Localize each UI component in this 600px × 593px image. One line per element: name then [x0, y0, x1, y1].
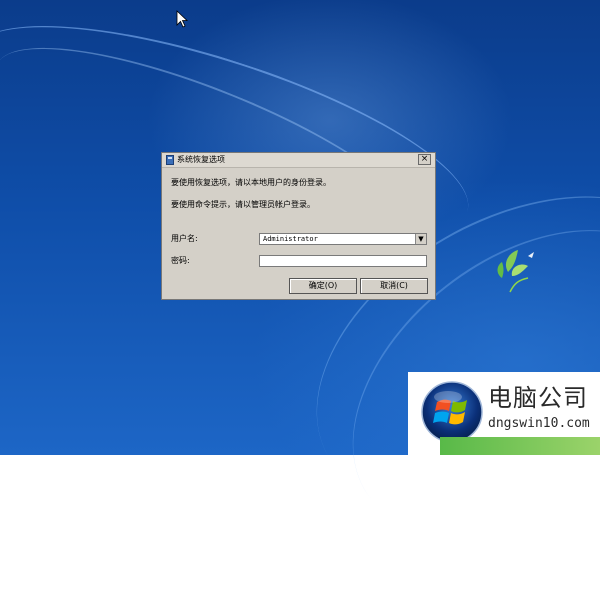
- watermark-url: dngswin10.com: [488, 416, 590, 431]
- windows-logo-icon: [421, 381, 483, 443]
- chevron-down-icon[interactable]: ▼: [415, 234, 426, 244]
- login-instruction: 要使用恢复选项，请以本地用户的身份登录。: [171, 178, 331, 187]
- cancel-button[interactable]: 取消(C): [360, 278, 428, 294]
- dialog-titlebar: 系统恢复选项 ×: [162, 153, 435, 168]
- watermark-title: 电脑公司: [488, 384, 588, 412]
- close-icon: ×: [420, 154, 429, 164]
- username-dropdown[interactable]: Administrator ▼: [259, 233, 427, 245]
- close-button[interactable]: ×: [418, 154, 431, 165]
- recovery-icon: [166, 155, 174, 165]
- mouse-pointer-icon: [176, 10, 188, 28]
- watermark-accent-strip: [440, 437, 600, 455]
- system-recovery-options-dialog: 系统恢复选项 × 要使用恢复选项，请以本地用户的身份登录。 要使用命令提示，请以…: [161, 152, 436, 300]
- command-prompt-instruction: 要使用命令提示，请以管理员帐户登录。: [171, 200, 315, 209]
- windows7-leaf-icon: [497, 250, 534, 293]
- password-field[interactable]: [259, 255, 427, 267]
- dialog-title: 系统恢复选项: [177, 155, 225, 164]
- username-label: 用户名:: [171, 234, 198, 243]
- password-label: 密码:: [171, 256, 190, 265]
- username-value: Administrator: [263, 235, 318, 243]
- ok-button[interactable]: 确定(O): [289, 278, 357, 294]
